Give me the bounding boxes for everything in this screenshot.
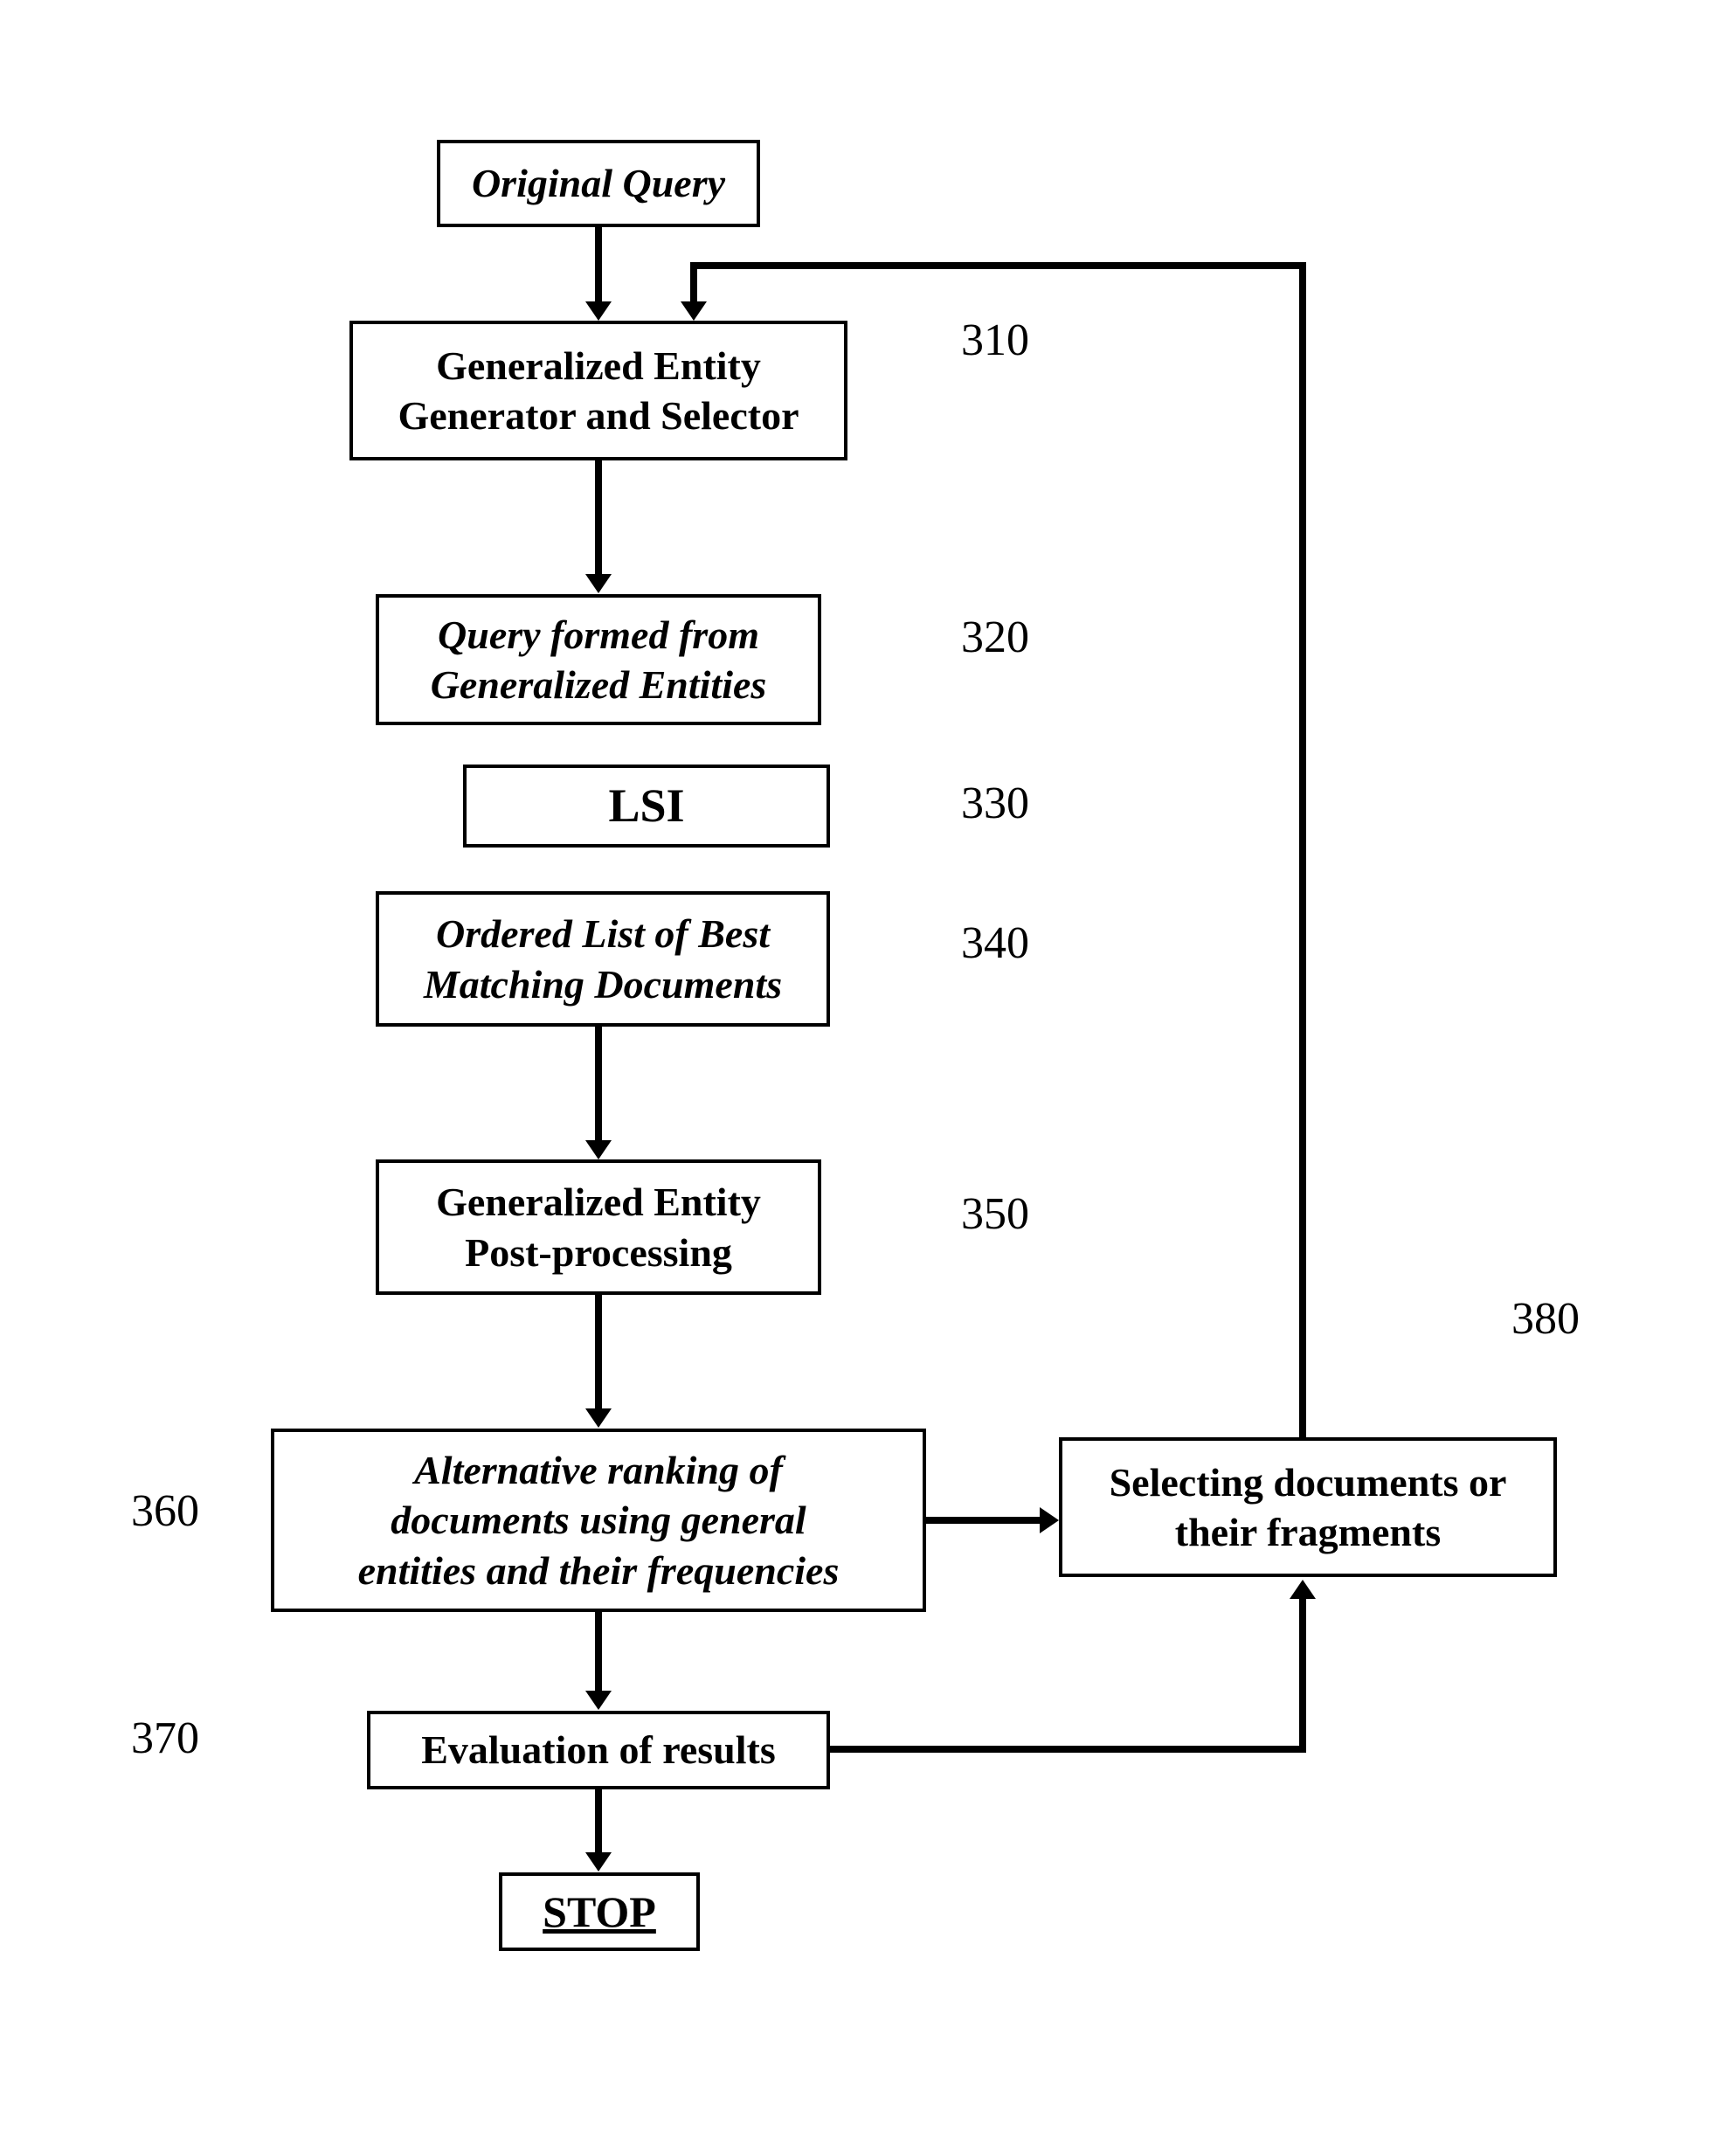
label-370: 370 xyxy=(131,1713,199,1764)
arrowhead-feedback xyxy=(681,301,707,321)
arrow-ar-to-sel xyxy=(926,1517,1040,1524)
label-320: 320 xyxy=(961,612,1029,663)
arrow-eval-to-sel-v xyxy=(1299,1599,1306,1753)
text-ordered-list: Ordered List of Best Matching Documents xyxy=(424,909,782,1009)
arrowhead-eval-to-sel xyxy=(1290,1580,1316,1599)
label-330: 330 xyxy=(961,778,1029,829)
arrowhead-pp-to-ar xyxy=(585,1408,612,1428)
text-lsi: LSI xyxy=(608,777,684,836)
arrowhead-gen-to-query xyxy=(585,574,612,593)
box-alt-ranking: Alternative ranking of documents using g… xyxy=(271,1429,926,1612)
text-ol-line2: Matching Documents xyxy=(424,962,782,1007)
text-stop: STOP xyxy=(543,1885,656,1940)
text-gen-line1: Generalized Entity xyxy=(436,343,761,388)
text-query-formed: Query formed from Generalized Entities xyxy=(431,610,767,710)
arrowhead-eval-to-stop xyxy=(585,1852,612,1872)
label-380: 380 xyxy=(1511,1293,1580,1345)
label-350: 350 xyxy=(961,1188,1029,1240)
label-360: 360 xyxy=(131,1485,199,1537)
text-ar-line3: entities and their frequencies xyxy=(358,1548,840,1593)
arrow-eval-to-stop xyxy=(595,1789,602,1852)
text-original-query: Original Query xyxy=(472,158,725,209)
box-original-query: Original Query xyxy=(437,140,760,227)
text-ar-line2: documents using general xyxy=(391,1498,806,1542)
box-selecting: Selecting documents or their fragments xyxy=(1059,1437,1557,1577)
box-post-processing: Generalized Entity Post-processing xyxy=(376,1159,821,1295)
label-340: 340 xyxy=(961,917,1029,969)
box-lsi: LSI xyxy=(463,765,830,848)
text-sel-line2: their fragments xyxy=(1175,1510,1441,1554)
arrowhead-ar-to-eval xyxy=(585,1691,612,1710)
box-query-formed: Query formed from Generalized Entities xyxy=(376,594,821,725)
arrow-ol-to-pp xyxy=(595,1027,602,1140)
text-sel-line1: Selecting documents or xyxy=(1110,1460,1507,1505)
text-alt-ranking: Alternative ranking of documents using g… xyxy=(358,1445,840,1596)
box-stop: STOP xyxy=(499,1872,700,1951)
text-gen-line2: Generator and Selector xyxy=(398,393,799,438)
arrow-feedback-h xyxy=(690,262,1306,269)
arrow-oq-to-gen xyxy=(595,227,602,301)
text-qf-line1: Query formed from xyxy=(438,612,759,657)
text-generator-selector: Generalized Entity Generator and Selecto… xyxy=(398,341,799,441)
text-selecting: Selecting documents or their fragments xyxy=(1110,1457,1507,1558)
arrow-gen-to-query xyxy=(595,460,602,574)
arrowhead-oq-to-gen xyxy=(585,301,612,321)
text-qf-line2: Generalized Entities xyxy=(431,662,767,707)
arrow-feedback-v2 xyxy=(690,262,697,301)
arrow-feedback-v xyxy=(1299,262,1306,1437)
arrowhead-ol-to-pp xyxy=(585,1140,612,1159)
arrow-eval-to-sel-h xyxy=(830,1746,1306,1753)
box-generator-selector: Generalized Entity Generator and Selecto… xyxy=(349,321,847,460)
text-evaluation: Evaluation of results xyxy=(421,1725,776,1775)
arrowhead-ar-to-sel xyxy=(1040,1507,1059,1533)
box-ordered-list: Ordered List of Best Matching Documents xyxy=(376,891,830,1027)
text-ol-line1: Ordered List of Best xyxy=(436,911,770,956)
box-evaluation: Evaluation of results xyxy=(367,1711,830,1789)
text-pp-line1: Generalized Entity xyxy=(436,1180,761,1224)
text-post-processing: Generalized Entity Post-processing xyxy=(436,1177,761,1277)
label-310: 310 xyxy=(961,315,1029,366)
text-ar-line1: Alternative ranking of xyxy=(414,1448,783,1492)
arrow-pp-to-ar xyxy=(595,1295,602,1408)
arrow-ar-to-eval xyxy=(595,1612,602,1691)
text-pp-line2: Post-processing xyxy=(465,1230,732,1275)
